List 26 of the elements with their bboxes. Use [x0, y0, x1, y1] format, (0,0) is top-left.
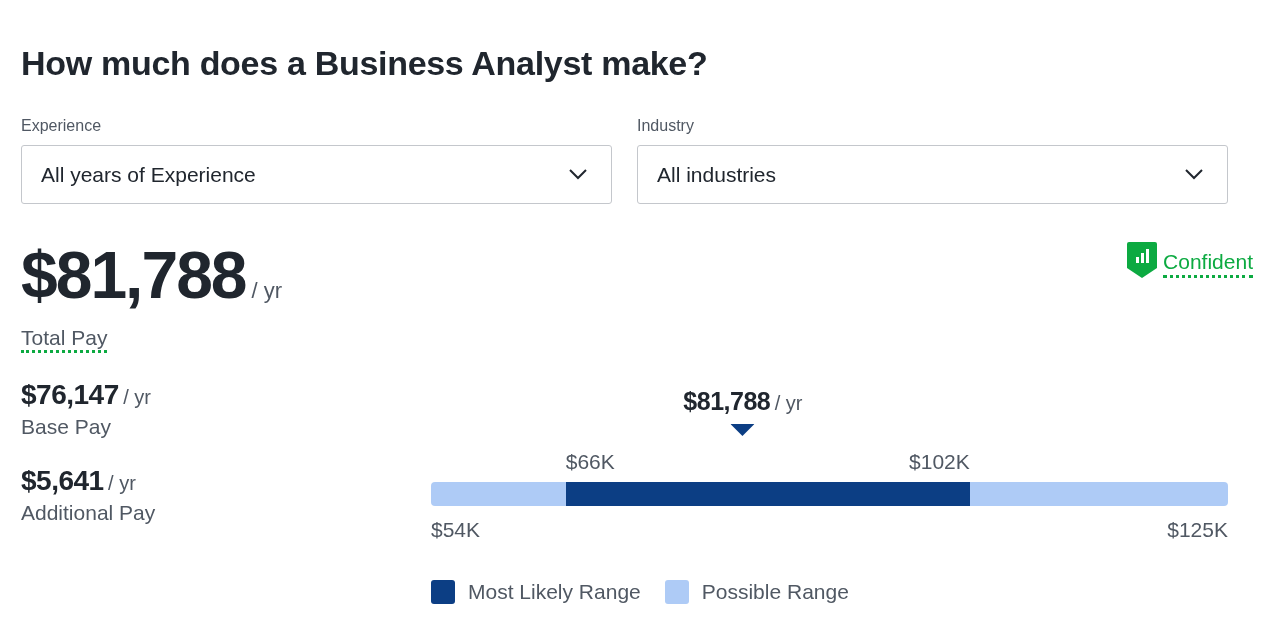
chevron-down-icon [569, 169, 587, 180]
unit-label: / yr [251, 278, 283, 304]
filter-label: Experience [21, 117, 103, 135]
chevron-down-icon [1185, 169, 1203, 180]
pay-label: Additional Pay [21, 501, 157, 525]
range-label: $66K [565, 450, 615, 474]
filter-label: Industry [637, 117, 695, 135]
marker-icon [730, 424, 755, 436]
unit-label: / yr [123, 386, 151, 408]
median-amount: $81,788 [683, 387, 771, 415]
range-label: $102K [909, 450, 970, 474]
dropdown[interactable]: All years of Experience [21, 145, 612, 204]
range-min: $54K [431, 518, 481, 542]
range-max: $125K [1167, 518, 1228, 542]
legend-label: Possible Range [701, 580, 849, 604]
pay-amount: $5,641 [21, 465, 104, 496]
unit-label: / yr [774, 392, 803, 414]
total-pay-amount: $81,788 [21, 242, 246, 308]
total-pay-label[interactable]: Total Pay [21, 326, 108, 353]
legend-label: Most Likely Range [468, 580, 641, 604]
page-title: How much does a Business Analyst make? [21, 43, 709, 83]
pay-amount: $76,147 [21, 379, 119, 410]
dropdown[interactable]: All industries [637, 145, 1228, 204]
shield-chart-icon [1127, 242, 1158, 278]
pay-label: Base Pay [21, 415, 112, 439]
unit-label: / yr [108, 472, 136, 494]
